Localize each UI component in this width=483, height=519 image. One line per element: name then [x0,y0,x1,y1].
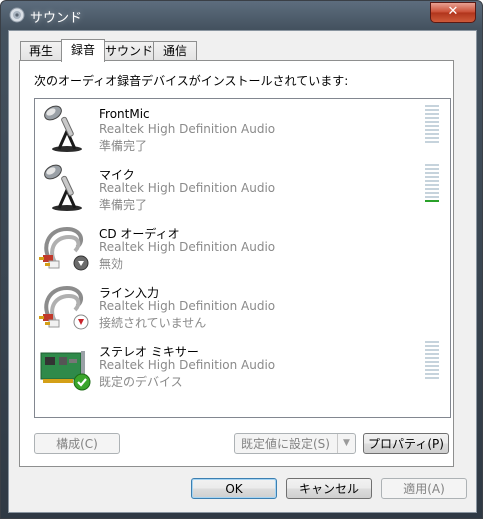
meter-segment [425,369,439,371]
meter-segment [425,361,439,363]
meter-segment [425,196,439,198]
meter-segment [425,176,439,178]
device-status: 接続されていません [99,316,207,330]
meter-segment [425,105,439,107]
meter-segment [425,345,439,347]
recording-device-item[interactable]: CD オーディオ Realtek High Definition Audio 無効 [35,217,450,275]
level-meter [425,341,439,381]
recording-device-item[interactable]: マイク Realtek High Definition Audio 準備完了 [35,158,450,216]
meter-segment [425,341,439,343]
title-bar[interactable]: サウンド ✕ [1,1,482,29]
tab-recording[interactable]: 録音 [61,39,105,62]
window-title: サウンド [30,11,83,26]
sound-dialog-window: サウンド ✕ 再生 録音 サウンド 通信 次のオーディオ録音デバイスがインストー… [0,0,483,519]
meter-segment [425,349,439,351]
tab-playback[interactable]: 再生 [20,41,62,60]
meter-segment [425,164,439,166]
device-status: 準備完了 [99,198,148,212]
properties-button[interactable]: プロパティ(P) [363,433,449,454]
meter-segment [425,129,439,131]
meter-segment [425,377,439,379]
apply-button[interactable]: 適用(A) [381,478,467,499]
set-default-split-button[interactable]: 既定値に設定(S) ▼ [234,433,356,454]
meter-segment [425,117,439,119]
device-name: FrontMic [99,107,150,121]
microphone-icon [37,103,89,155]
meter-segment [425,137,439,139]
close-button[interactable]: ✕ [430,2,476,23]
meter-segment [425,109,439,111]
disabled-down-arrow-icon [73,255,89,274]
meter-segment [425,192,439,194]
meter-segment [425,125,439,127]
device-driver: Realtek High Definition Audio [99,181,276,195]
set-default-label: 既定値に設定(S) [241,437,330,451]
dialog-client-area: 再生 録音 サウンド 通信 次のオーディオ録音デバイスがインストールされています… [8,30,477,513]
meter-segment [425,133,439,135]
tab-sounds[interactable]: サウンド [104,41,154,60]
recording-device-item[interactable]: FrontMic Realtek High Definition Audio 準備完… [35,99,450,157]
tab-communications[interactable]: 通信 [153,41,197,60]
meter-segment [425,172,439,174]
recording-device-item[interactable]: ライン入力 Realtek High Definition Audio 接続されてい… [35,276,450,334]
meter-segment [425,113,439,115]
meter-segment [425,180,439,182]
recording-device-item[interactable]: ステレオ ミキサー Realtek High Definition Audio 既定… [35,335,450,393]
device-status: 既定のデバイス [99,375,183,389]
unplugged-red-arrow-icon [73,314,89,333]
speaker-icon [9,7,25,23]
configure-button[interactable]: 構成(C) [34,433,120,454]
meter-segment [425,141,439,143]
device-driver: Realtek High Definition Audio [99,358,276,372]
meter-segment [425,121,439,123]
meter-segment [425,188,439,190]
meter-segment [425,373,439,375]
meter-segment [425,357,439,359]
device-driver: Realtek High Definition Audio [99,122,276,136]
meter-segment [425,353,439,355]
recording-panel: 次のオーディオ録音デバイスがインストールされています: FrontMic Real… [19,60,454,467]
level-meter [425,105,439,145]
device-driver: Realtek High Definition Audio [99,240,276,254]
meter-segment [425,365,439,367]
recording-device-list[interactable]: FrontMic Realtek High Definition Audio 準備完… [34,98,451,418]
chevron-down-icon[interactable]: ▼ [337,434,355,453]
cancel-button[interactable]: キャンセル [286,478,372,499]
device-status: 無効 [99,257,124,271]
device-driver: Realtek High Definition Audio [99,299,276,313]
default-check-icon [73,373,91,394]
panel-description: 次のオーディオ録音デバイスがインストールされています: [34,74,349,88]
meter-segment [425,200,439,202]
ok-button[interactable]: OK [191,478,277,499]
meter-segment [425,168,439,170]
device-status: 準備完了 [99,139,148,153]
level-meter [425,164,439,204]
meter-segment [425,184,439,186]
microphone-icon [37,162,89,214]
